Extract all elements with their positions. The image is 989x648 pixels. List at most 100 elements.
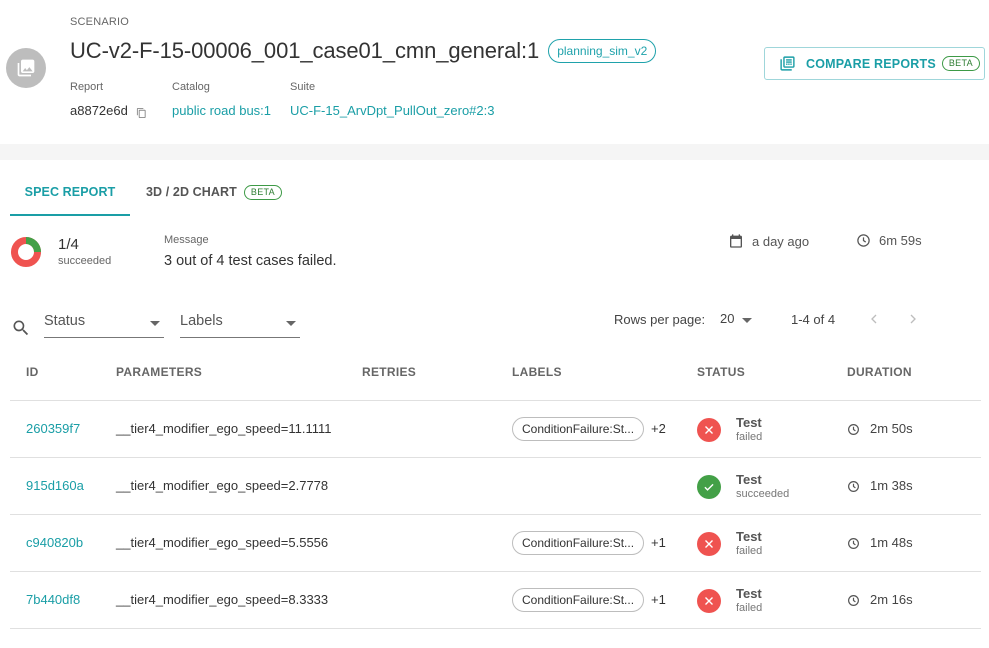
image-library-icon	[17, 59, 35, 77]
run-duration-text: 6m 59s	[879, 233, 922, 248]
donut-success-arc	[25, 237, 41, 253]
table-row[interactable]: 915d160a __tier4_modifier_ego_speed=2.777…	[0, 458, 989, 515]
duration-cell: 2m 16s	[870, 592, 913, 607]
close-icon	[705, 597, 713, 605]
previous-page-button[interactable]	[866, 311, 882, 332]
tab-spec-report[interactable]: SPEC REPORT	[10, 176, 130, 216]
suite-label: Suite	[290, 81, 316, 93]
close-icon	[705, 426, 713, 434]
message-label: Message	[164, 234, 209, 246]
status-text: failed	[736, 545, 763, 557]
success-ratio: 1/4	[58, 236, 79, 253]
failed-status-icon	[697, 418, 721, 442]
clock-icon-wrap	[847, 594, 860, 612]
suite-link[interactable]: UC-F-15_ArvDpt_PullOut_zero#2:3	[290, 103, 494, 118]
status-title: Test	[736, 529, 762, 544]
label-chip[interactable]: ConditionFailure:St...	[512, 531, 644, 555]
clock-icon	[848, 424, 859, 435]
more-labels-count[interactable]: +1	[651, 535, 666, 550]
table-row[interactable]: 260359f7 __tier4_modifier_ego_speed=11.11…	[0, 401, 989, 458]
column-header-status: STATUS	[697, 365, 746, 379]
parameters-cell: __tier4_modifier_ego_speed=8.3333	[116, 592, 329, 607]
test-id-link[interactable]: c940820b	[26, 535, 83, 550]
report-id: a8872e6d	[70, 103, 128, 118]
run-duration: 6m 59s	[856, 233, 922, 248]
compare-reports-button[interactable]: COMPARE REPORTS BETA	[764, 47, 985, 80]
page-title: UC-v2-F-15-00006_001_case01_cmn_general:…	[70, 38, 540, 63]
run-date-text: a day ago	[752, 233, 810, 249]
run-date: a day ago	[728, 233, 809, 249]
scenario-header: SCENARIO UC-v2-F-15-00006_001_case01_cmn…	[0, 0, 989, 144]
section-label: SCENARIO	[70, 16, 130, 28]
parameters-cell: __tier4_modifier_ego_speed=2.7778	[116, 478, 329, 493]
chevron-right-icon	[910, 314, 916, 324]
clock-icon	[857, 234, 870, 247]
test-id-link[interactable]: 915d160a	[26, 478, 84, 493]
status-title: Test	[736, 415, 762, 430]
scenario-avatar	[6, 48, 46, 88]
more-labels-count[interactable]: +2	[651, 421, 666, 436]
check-icon	[704, 483, 714, 491]
dropdown-arrow-icon	[286, 321, 296, 326]
column-header-retries: RETRIES	[362, 365, 417, 379]
catalog-link[interactable]: public road bus:1	[172, 103, 271, 118]
row-divider	[10, 628, 981, 629]
tag-chip[interactable]: planning_sim_v2	[548, 39, 657, 63]
labels-filter-select[interactable]: Labels	[180, 311, 300, 338]
success-status-icon	[697, 475, 721, 499]
table-row[interactable]: c940820b __tier4_modifier_ego_speed=5.555…	[0, 515, 989, 572]
success-ratio-label: succeeded	[58, 255, 112, 267]
test-id-link[interactable]: 7b440df8	[26, 592, 80, 607]
status-text: failed	[736, 431, 763, 443]
clock-icon-wrap	[847, 480, 860, 498]
duration-cell: 1m 48s	[870, 535, 913, 550]
clock-icon	[848, 481, 859, 492]
clock-icon-wrap	[847, 423, 860, 441]
status-filter-label: Status	[44, 313, 86, 329]
status-filter-select[interactable]: Status	[44, 311, 164, 338]
more-labels-count[interactable]: +1	[651, 592, 666, 607]
close-icon	[705, 540, 713, 548]
tab-chart-label: 3D / 2D CHART	[146, 185, 237, 199]
section-divider	[0, 144, 989, 160]
clock-icon	[848, 595, 859, 606]
search-icon[interactable]	[11, 318, 31, 343]
status-text: failed	[736, 602, 763, 614]
success-donut-chart	[11, 237, 41, 267]
test-id-link[interactable]: 260359f7	[26, 421, 80, 436]
label-chip[interactable]: ConditionFailure:St...	[512, 588, 644, 612]
labels-filter-label: Labels	[180, 313, 223, 329]
label-chip[interactable]: ConditionFailure:St...	[512, 417, 644, 441]
duration-cell: 2m 50s	[870, 421, 913, 436]
failed-status-icon	[697, 532, 721, 556]
dropdown-arrow-icon	[150, 321, 160, 326]
pagination-range: 1-4 of 4	[791, 312, 836, 327]
calendar-icon	[730, 234, 742, 248]
report-label: Report	[70, 81, 104, 93]
table-row[interactable]: 7b440df8 __tier4_modifier_ego_speed=8.333…	[0, 572, 989, 629]
tab-chart[interactable]: 3D / 2D CHART BETA	[146, 176, 282, 216]
clock-icon-wrap	[847, 537, 860, 555]
status-title: Test	[736, 586, 762, 601]
duration-cell: 1m 38s	[870, 478, 913, 493]
rows-per-page-select[interactable]: 20	[720, 311, 734, 326]
beta-badge: BETA	[243, 185, 282, 200]
message-text: 3 out of 4 test cases failed.	[164, 253, 337, 269]
column-header-duration: DURATION	[847, 365, 912, 379]
column-header-parameters: PARAMETERS	[116, 365, 203, 379]
calculator-icon	[780, 56, 795, 71]
beta-badge: BETA	[941, 56, 980, 71]
compare-reports-label: COMPARE REPORTS	[806, 56, 936, 71]
status-text: succeeded	[736, 488, 790, 500]
catalog-label: Catalog	[172, 81, 210, 93]
dropdown-arrow-icon[interactable]	[742, 318, 752, 323]
chevron-left-icon	[871, 314, 877, 324]
next-page-button[interactable]	[905, 311, 921, 332]
copy-icon[interactable]	[136, 106, 147, 124]
column-header-labels: LABELS	[512, 365, 562, 379]
status-title: Test	[736, 472, 762, 487]
column-header-id: ID	[26, 365, 39, 379]
tab-spec-report-label: SPEC REPORT	[24, 185, 116, 199]
rows-per-page-label: Rows per page:	[614, 312, 706, 327]
parameters-cell: __tier4_modifier_ego_speed=5.5556	[116, 535, 329, 550]
